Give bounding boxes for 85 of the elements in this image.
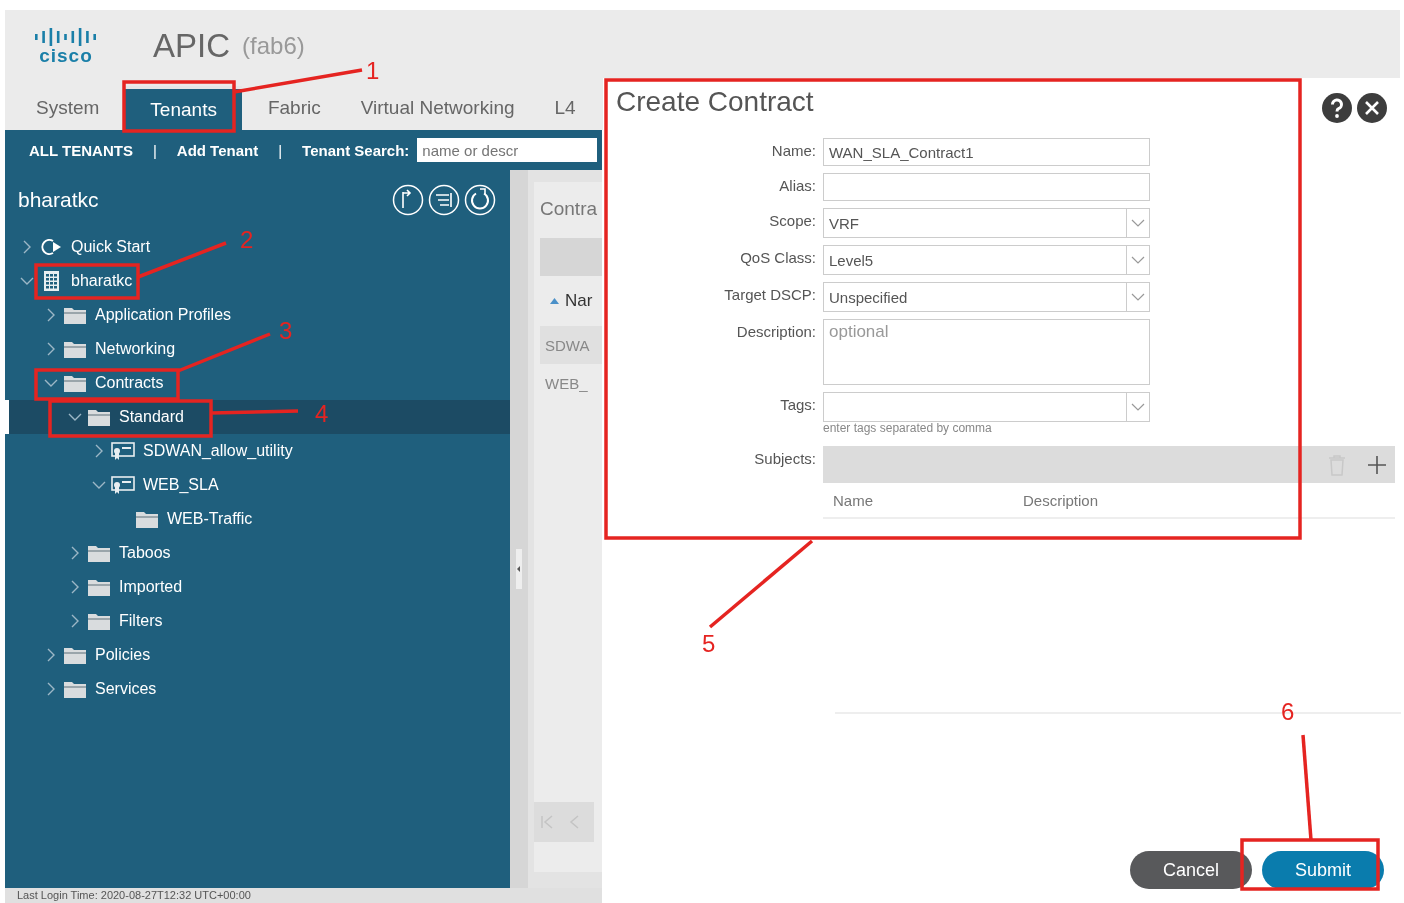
tree-item[interactable]: Taboos [67, 536, 171, 570]
tree-item[interactable]: WEB_SLA [91, 468, 219, 502]
nav-tab[interactable]: L4 [540, 86, 590, 130]
tree-item[interactable]: Contracts [43, 366, 164, 400]
column-header[interactable]: Description [1023, 491, 1099, 509]
dropdown-field[interactable]: Level5 [823, 245, 1150, 275]
callout-number: 4 [315, 401, 329, 427]
search-field[interactable]: name or descr [417, 138, 598, 162]
folder-icon [87, 543, 111, 563]
field-label: Target DSCP: [723, 285, 816, 303]
tree-item[interactable]: Quick Start [19, 230, 151, 264]
panel-title: Contra [540, 197, 598, 221]
collapse-icon[interactable] [392, 184, 424, 216]
column-header[interactable]: Name [833, 491, 1023, 509]
tree-item[interactable]: bharatkc [19, 264, 133, 298]
tree-item[interactable]: WEB-Traffic [115, 502, 253, 536]
folder-icon [63, 679, 87, 699]
dialog-title: Create Contract [616, 86, 814, 119]
field-label: Subjects: [753, 449, 816, 467]
table-toolbar [540, 238, 602, 276]
toolbar-link[interactable]: ALL TENANTS [29, 141, 133, 159]
field-label: Name: [770, 141, 816, 159]
field-label: Alias: [778, 176, 816, 194]
dropdown-field[interactable] [823, 392, 1150, 422]
column-header[interactable]: Nar [565, 291, 593, 311]
field-hint: enter tags separated by comma [823, 421, 993, 435]
folder-icon [87, 611, 111, 631]
field-label: Description: [735, 322, 816, 340]
callout-number: 5 [702, 631, 716, 657]
field-label: QoS Class: [739, 248, 816, 266]
field-label: Scope: [768, 211, 816, 229]
folder-icon [63, 373, 87, 393]
certificate-icon [111, 475, 135, 495]
chevron-down-icon[interactable] [1131, 218, 1145, 228]
certificate-icon [111, 441, 135, 461]
search-label: Tenant Search: [302, 141, 410, 159]
tree-item[interactable]: SDWAN_allow_utility [91, 434, 293, 468]
callout-number: 3 [279, 318, 293, 344]
chevron-down-icon[interactable] [1131, 402, 1145, 412]
folder-icon [63, 339, 87, 359]
help-icon[interactable] [1321, 92, 1353, 124]
chevron-down-icon[interactable] [1131, 255, 1145, 265]
separator-text: | [152, 141, 157, 159]
dropdown-field[interactable]: VRF [823, 208, 1150, 238]
nav-tab[interactable]: Fabric [253, 86, 335, 130]
quick-start-icon [39, 237, 63, 257]
dropdown-field[interactable]: Unspecified [823, 282, 1150, 312]
tree-item[interactable]: Policies [43, 638, 151, 672]
nav-tab[interactable]: Virtual Networking [346, 86, 529, 130]
app-title: APIC [153, 27, 231, 65]
list-icon[interactable] [428, 184, 460, 216]
folder-icon [63, 645, 87, 665]
tree-item[interactable]: Standard [67, 400, 184, 434]
logo-text: cisco [39, 47, 93, 65]
submit-button[interactable]: Submit [1261, 851, 1384, 889]
folder-icon [135, 509, 159, 529]
chevron-down-icon[interactable] [1131, 292, 1145, 302]
callout-number: 6 [1281, 699, 1295, 725]
sidebar-title: bharatkc [18, 188, 100, 212]
folder-icon [63, 305, 87, 325]
sort-up-icon[interactable] [550, 298, 559, 304]
nav-tab[interactable]: Tenants [125, 86, 242, 130]
last-login-text: Last Login Time: 2020-08-27T12:32 UTC+00:00 [5, 888, 602, 903]
refresh-icon[interactable] [464, 184, 496, 216]
folder-icon [87, 577, 111, 597]
tree-item[interactable]: Services [43, 672, 157, 706]
folder-icon [87, 407, 111, 427]
callout-number: 2 [240, 227, 254, 253]
separator-text: | [278, 141, 283, 159]
add-icon[interactable] [1367, 454, 1387, 475]
text-field[interactable] [823, 173, 1150, 201]
field-label: Tags: [779, 395, 816, 413]
logo-bars-icon [34, 27, 98, 47]
nav-tab[interactable]: System [22, 86, 114, 130]
tree-item[interactable]: Filters [67, 604, 163, 638]
cancel-button[interactable]: Cancel [1129, 851, 1252, 889]
close-icon[interactable] [1356, 92, 1388, 124]
tree-item[interactable]: Imported [67, 570, 183, 604]
tree-item[interactable]: Networking [43, 332, 176, 366]
toolbar-link[interactable]: Add Tenant [176, 141, 259, 159]
splitter-handle[interactable] [516, 549, 522, 589]
tree-item[interactable]: Application Profiles [43, 298, 232, 332]
text-field[interactable]: WAN_SLA_Contract1 [823, 138, 1150, 166]
callout-number: 1 [366, 58, 380, 84]
fabric-name: (fab6) [242, 32, 305, 60]
